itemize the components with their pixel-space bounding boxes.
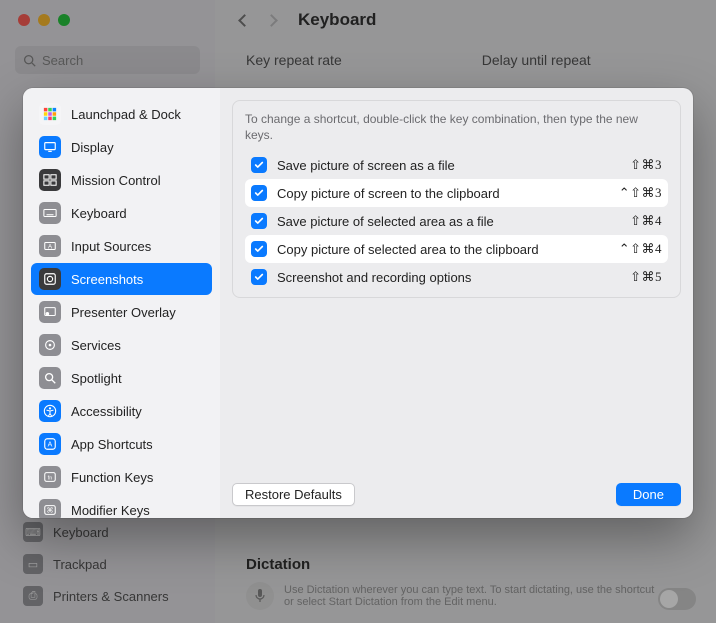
sidebar-item-modifier[interactable]: ⌘ Modifier Keys [31, 494, 212, 518]
shortcut-keys: ⇧⌘4 [630, 213, 662, 229]
done-button[interactable]: Done [616, 483, 681, 506]
appshort-icon: A [39, 433, 61, 455]
sidebar-item-label: Services [71, 338, 121, 353]
grid-icon [39, 103, 61, 125]
sidebar-item-label: Accessibility [71, 404, 142, 419]
shortcut-keys: ⌃⇧⌘3 [619, 185, 662, 201]
sidebar-item-input[interactable]: A Input Sources [31, 230, 212, 262]
sidebar-item-label: Function Keys [71, 470, 153, 485]
sidebar-item-keyboard[interactable]: Keyboard [31, 197, 212, 229]
svg-text:fn: fn [48, 476, 52, 482]
shortcuts-sidebar: Launchpad & Dock Display Mission Control Ke… [23, 88, 220, 518]
sidebar-item-label: Presenter Overlay [71, 305, 176, 320]
shortcut-keys: ⌃⇧⌘4 [619, 241, 662, 257]
sidebar-item-display[interactable]: Display [31, 131, 212, 163]
accessibility-icon [39, 400, 61, 422]
presenter-icon [39, 301, 61, 323]
shortcut-row[interactable]: Save picture of screen as a file ⇧⌘3 [245, 151, 668, 179]
sidebar-item-label: Screenshots [71, 272, 143, 287]
shortcut-checkbox[interactable] [251, 157, 267, 173]
sidebar-item-services[interactable]: Services [31, 329, 212, 361]
shortcut-label: Copy picture of screen to the clipboard [277, 186, 609, 202]
spotlight-icon [39, 367, 61, 389]
restore-defaults-button[interactable]: Restore Defaults [232, 483, 355, 506]
sidebar-item-spotlight[interactable]: Spotlight [31, 362, 212, 394]
shortcut-row[interactable]: Screenshot and recording options ⇧⌘5 [245, 263, 668, 291]
shortcut-list: Save picture of screen as a file ⇧⌘3 Cop… [245, 151, 668, 291]
sidebar-item-grid[interactable]: Launchpad & Dock [31, 98, 212, 130]
sidebar-item-presenter[interactable]: Presenter Overlay [31, 296, 212, 328]
display-icon [39, 136, 61, 158]
sheet-footer: Restore Defaults Done [232, 473, 681, 506]
sidebar-item-appshort[interactable]: A App Shortcuts [31, 428, 212, 460]
sidebar-item-mission[interactable]: Mission Control [31, 164, 212, 196]
shortcut-checkbox[interactable] [251, 185, 267, 201]
svg-text:⌘: ⌘ [47, 507, 54, 515]
shortcuts-main: To change a shortcut, double-click the k… [220, 88, 693, 518]
shortcut-label: Save picture of selected area as a file [277, 214, 620, 230]
svg-text:A: A [48, 442, 53, 449]
sidebar-item-screenshot[interactable]: Screenshots [31, 263, 212, 295]
screenshot-icon [39, 268, 61, 290]
instruction-text: To change a shortcut, double-click the k… [245, 111, 668, 143]
sidebar-item-fn[interactable]: fn Function Keys [31, 461, 212, 493]
shortcut-row[interactable]: Save picture of selected area as a file … [245, 207, 668, 235]
instruction-box: To change a shortcut, double-click the k… [232, 100, 681, 298]
sidebar-item-label: Modifier Keys [71, 503, 150, 518]
mission-icon [39, 169, 61, 191]
shortcut-checkbox[interactable] [251, 213, 267, 229]
modifier-icon: ⌘ [39, 499, 61, 518]
sidebar-item-label: Keyboard [71, 206, 127, 221]
sidebar-item-label: Spotlight [71, 371, 122, 386]
shortcut-label: Screenshot and recording options [277, 270, 620, 286]
shortcut-label: Copy picture of selected area to the cli… [277, 242, 609, 258]
shortcut-row[interactable]: Copy picture of screen to the clipboard … [245, 179, 668, 207]
keyboard-icon [39, 202, 61, 224]
shortcuts-sheet: Launchpad & Dock Display Mission Control Ke… [23, 88, 693, 518]
shortcut-keys: ⇧⌘3 [630, 157, 662, 173]
sidebar-item-label: App Shortcuts [71, 437, 153, 452]
sidebar-item-label: Mission Control [71, 173, 161, 188]
sidebar-item-label: Input Sources [71, 239, 151, 254]
shortcut-keys: ⇧⌘5 [630, 269, 662, 285]
sidebar-item-label: Launchpad & Dock [71, 107, 181, 122]
sidebar-item-accessibility[interactable]: Accessibility [31, 395, 212, 427]
services-icon [39, 334, 61, 356]
fn-icon: fn [39, 466, 61, 488]
input-icon: A [39, 235, 61, 257]
shortcut-label: Save picture of screen as a file [277, 158, 620, 174]
shortcut-row[interactable]: Copy picture of selected area to the cli… [245, 235, 668, 263]
shortcut-checkbox[interactable] [251, 241, 267, 257]
sidebar-item-label: Display [71, 140, 114, 155]
shortcut-checkbox[interactable] [251, 269, 267, 285]
